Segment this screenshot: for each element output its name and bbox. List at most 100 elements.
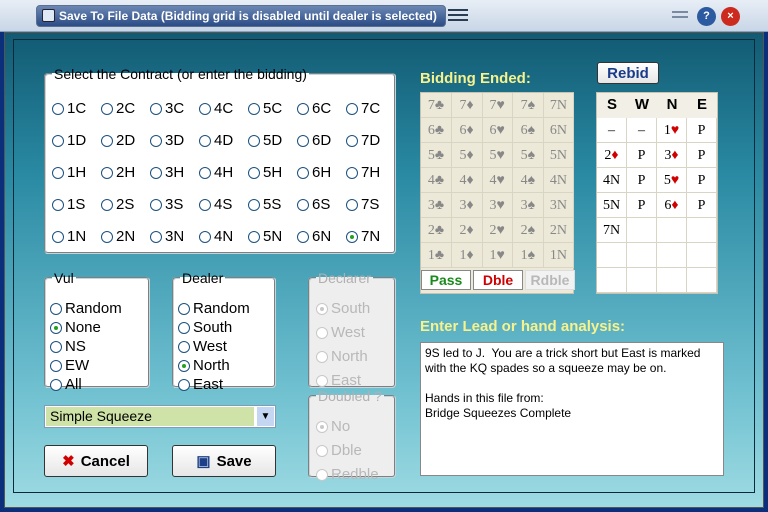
contract-radio-7S[interactable]: 7S <box>346 196 379 213</box>
contract-radio-3N[interactable]: 3N <box>150 228 184 245</box>
radio-circle[interactable] <box>52 166 64 179</box>
contract-radio-6C[interactable]: 6C <box>297 100 331 117</box>
radio-circle[interactable] <box>346 134 358 147</box>
contract-radio-1N[interactable]: 1N <box>52 228 86 245</box>
radio-circle[interactable] <box>346 102 358 115</box>
dealer-radio-random[interactable]: Random <box>178 300 250 317</box>
contract-radio-5D[interactable]: 5D <box>248 132 282 149</box>
radio-circle[interactable] <box>101 102 113 115</box>
radio-circle[interactable] <box>150 134 162 147</box>
radio-circle[interactable] <box>297 230 309 243</box>
radio-circle[interactable] <box>178 378 190 391</box>
contract-radio-5S[interactable]: 5S <box>248 196 281 213</box>
radio-circle[interactable] <box>297 102 309 115</box>
menu-icon[interactable] <box>448 9 468 23</box>
radio-circle[interactable] <box>199 102 211 115</box>
radio-circle[interactable] <box>297 134 309 147</box>
radio-circle[interactable] <box>150 198 162 211</box>
radio-circle[interactable] <box>101 198 113 211</box>
contract-radio-7D[interactable]: 7D <box>346 132 380 149</box>
radio-circle[interactable] <box>346 166 358 179</box>
contract-radio-3H[interactable]: 3H <box>150 164 184 181</box>
lead-textarea[interactable]: 9S led to J. You are a trick short but E… <box>420 342 724 476</box>
contract-radio-4H[interactable]: 4H <box>199 164 233 181</box>
contract-radio-4S[interactable]: 4S <box>199 196 232 213</box>
vul-radio-random[interactable]: Random <box>50 300 122 317</box>
chevron-down-icon[interactable]: ▼ <box>257 407 274 426</box>
radio-circle[interactable] <box>52 134 64 147</box>
contract-radio-1S[interactable]: 1S <box>52 196 85 213</box>
dealer-radio-north[interactable]: North <box>178 357 230 374</box>
radio-circle[interactable] <box>178 340 190 353</box>
radio-circle[interactable] <box>297 166 309 179</box>
minimize-icon[interactable] <box>672 11 688 25</box>
radio-circle[interactable] <box>248 198 260 211</box>
radio-circle[interactable] <box>346 230 358 243</box>
contract-radio-6H[interactable]: 6H <box>297 164 331 181</box>
radio-circle[interactable] <box>150 166 162 179</box>
contract-radio-5N[interactable]: 5N <box>248 228 282 245</box>
contract-radio-2C[interactable]: 2C <box>101 100 135 117</box>
radio-circle[interactable] <box>50 321 62 334</box>
contract-radio-6S[interactable]: 6S <box>297 196 330 213</box>
contract-radio-2N[interactable]: 2N <box>101 228 135 245</box>
radio-circle[interactable] <box>178 321 190 334</box>
window-title-button[interactable]: Save To File Data (Bidding grid is disab… <box>36 5 446 27</box>
contract-radio-7H[interactable]: 7H <box>346 164 380 181</box>
cancel-button[interactable]: ✖ Cancel <box>44 445 148 477</box>
contract-radio-2H[interactable]: 2H <box>101 164 135 181</box>
radio-circle[interactable] <box>52 230 64 243</box>
dealer-radio-east[interactable]: East <box>178 376 223 393</box>
help-button[interactable]: ? <box>697 7 716 26</box>
contract-radio-5H[interactable]: 5H <box>248 164 282 181</box>
contract-radio-4N[interactable]: 4N <box>199 228 233 245</box>
double-button[interactable]: Dble <box>473 270 523 290</box>
contract-radio-7N[interactable]: 7N <box>346 228 380 245</box>
contract-radio-4D[interactable]: 4D <box>199 132 233 149</box>
radio-circle[interactable] <box>199 230 211 243</box>
radio-circle[interactable] <box>150 230 162 243</box>
radio-circle[interactable] <box>248 230 260 243</box>
dealer-radio-west[interactable]: West <box>178 338 227 355</box>
radio-circle[interactable] <box>50 340 62 353</box>
vul-radio-ew[interactable]: EW <box>50 357 89 374</box>
radio-circle[interactable] <box>178 359 190 372</box>
contract-radio-6N[interactable]: 6N <box>297 228 331 245</box>
contract-radio-3C[interactable]: 3C <box>150 100 184 117</box>
radio-circle[interactable] <box>50 302 62 315</box>
radio-circle[interactable] <box>199 166 211 179</box>
contract-radio-7C[interactable]: 7C <box>346 100 380 117</box>
radio-circle[interactable] <box>52 102 64 115</box>
contract-radio-2D[interactable]: 2D <box>101 132 135 149</box>
contract-radio-5C[interactable]: 5C <box>248 100 282 117</box>
close-button[interactable]: × <box>721 7 740 26</box>
radio-circle[interactable] <box>248 134 260 147</box>
contract-radio-2S[interactable]: 2S <box>101 196 134 213</box>
pass-button[interactable]: Pass <box>421 270 471 290</box>
scenario-dropdown[interactable]: Simple Squeeze ▼ <box>44 405 276 428</box>
contract-radio-3D[interactable]: 3D <box>150 132 184 149</box>
contract-radio-3S[interactable]: 3S <box>150 196 183 213</box>
contract-radio-4C[interactable]: 4C <box>199 100 233 117</box>
radio-circle[interactable] <box>248 102 260 115</box>
radio-circle[interactable] <box>199 134 211 147</box>
radio-circle[interactable] <box>178 302 190 315</box>
vul-radio-all[interactable]: All <box>50 376 82 393</box>
radio-circle[interactable] <box>52 198 64 211</box>
save-button[interactable]: ▣ Save <box>172 445 276 477</box>
vul-radio-none[interactable]: None <box>50 319 101 336</box>
radio-circle[interactable] <box>150 102 162 115</box>
radio-circle[interactable] <box>346 198 358 211</box>
radio-circle[interactable] <box>50 378 62 391</box>
contract-radio-6D[interactable]: 6D <box>297 132 331 149</box>
rebid-button[interactable]: Rebid <box>597 62 659 84</box>
contract-radio-1H[interactable]: 1H <box>52 164 86 181</box>
radio-circle[interactable] <box>101 230 113 243</box>
radio-circle[interactable] <box>199 198 211 211</box>
radio-circle[interactable] <box>297 198 309 211</box>
contract-radio-1D[interactable]: 1D <box>52 132 86 149</box>
radio-circle[interactable] <box>101 134 113 147</box>
contract-radio-1C[interactable]: 1C <box>52 100 86 117</box>
vul-radio-ns[interactable]: NS <box>50 338 86 355</box>
radio-circle[interactable] <box>50 359 62 372</box>
